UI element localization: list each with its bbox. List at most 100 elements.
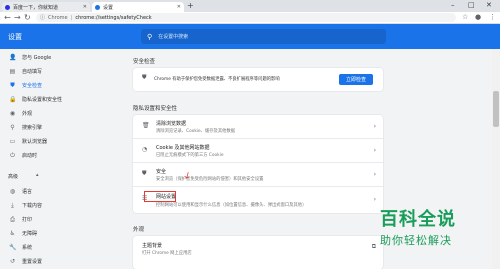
trash-icon: 🗑 [142, 122, 150, 129]
tab-title: 设置 [103, 4, 114, 11]
safety-check-heading: 安全检查 [133, 59, 156, 65]
row-title: Cookie 及其他网站数据 [156, 145, 210, 151]
row-description: 打开 Chrome 网上应用店 [142, 251, 192, 256]
search-icon: ⚲ [10, 124, 15, 131]
back-arrow-icon[interactable]: ← [4, 13, 11, 22]
settings-favicon-icon [95, 4, 100, 10]
sidebar-item-downloads[interactable]: ⤓ 下载内容 [0, 199, 95, 212]
sidebar-item-label: 系统 [22, 245, 33, 251]
profile-icon[interactable]: ● [475, 13, 481, 21]
sidebar-item-system[interactable]: 🔧 系统 [0, 241, 95, 254]
sidebar-item-label: 下载内容 [22, 203, 43, 209]
address-separator: | [70, 14, 73, 21]
star-icon[interactable]: ☆ [462, 13, 468, 21]
sidebar-item-on-startup[interactable]: ⏻ 启动时 [0, 149, 95, 162]
menu-dots-icon[interactable]: ⋮ [489, 13, 496, 21]
sidebar-item-printing[interactable]: ⎙ 打印 [0, 213, 95, 226]
row-description: 安全浏览（保护您免受危险网站的侵害）和其他安全设置 [156, 177, 264, 182]
minimize-button[interactable]: – [451, 1, 455, 9]
sidebar-item-label: 语言 [22, 189, 33, 195]
row-title: 安全 [156, 169, 167, 175]
sidebar-item-reset[interactable]: ↺ 重置设置 [0, 255, 95, 268]
sidebar-item-label: 自动填写 [22, 69, 43, 75]
search-icon: ⚲ [147, 32, 153, 41]
row-title: 主题背景 [142, 243, 163, 249]
info-icon[interactable]: ⓘ [40, 14, 45, 21]
lock-icon: 🔒 [9, 96, 17, 103]
row-description: 控制网站可以使用和显示什么信息（如位置信息、摄像头、弹出式窗口及其他） [156, 203, 307, 208]
power-icon: ⏻ [10, 151, 15, 159]
close-window-button[interactable]: ✕ [486, 1, 492, 9]
sidebar-item-safety-check[interactable]: ⛊ 安全检查 [0, 79, 95, 92]
watermark-subtitle: 助你轻松解决 [380, 234, 452, 247]
sidebar-advanced-toggle[interactable]: 高级 [8, 173, 18, 180]
shield-icon: ⛊ [142, 170, 147, 177]
tab-baidu[interactable]: 百度一下，你就知道 ✕ [2, 2, 90, 12]
row-title: 清除浏览数据 [156, 121, 187, 127]
new-tab-button[interactable]: + [187, 1, 194, 10]
wrench-icon: 🔧 [9, 244, 17, 251]
watermark-logo: 百科全说 助你轻松解决 [380, 205, 498, 248]
watermark-title: 百科全说 [380, 209, 456, 230]
sidebar-item-default-browser[interactable]: ▭ 默认浏览器 [0, 135, 95, 148]
external-link-icon: ⧉ [371, 243, 376, 250]
sidebar-item-accessibility[interactable]: ♿ 无障碍 [0, 227, 95, 240]
privacy-row-security[interactable]: ⛊ 安全 安全浏览（保护您免受危险网站的侵害）和其他安全设置 › [133, 163, 383, 187]
sidebar-item-languages[interactable]: ◍ 语言 [0, 185, 95, 198]
address-bar[interactable]: ⓘ Chrome | chrome://settings/safetyCheck [36, 13, 456, 22]
safety-check-description: Chrome 有助于保护您免受数据泄露、不良扩展程序等问题的影响 [154, 77, 280, 82]
privacy-heading: 隐私设置和安全性 [133, 106, 178, 112]
annotation-highlight-box [144, 191, 176, 202]
privacy-row-cookies[interactable]: ◔ Cookie 及其他网站数据 已阻止无痕模式下的第三方 Cookie › [133, 139, 383, 163]
globe-icon: ◍ [9, 188, 16, 195]
settings-search-input[interactable]: ⚲ 在设置中搜索 [141, 29, 386, 44]
sidebar-item-label: 隐私设置和安全性 [22, 97, 63, 103]
cookie-icon: ◔ [142, 146, 148, 153]
tab-title: 百度一下，你就知道 [13, 4, 59, 11]
close-tab-icon[interactable]: ✕ [83, 4, 87, 10]
forward-arrow-icon[interactable]: → [14, 13, 21, 22]
search-placeholder: 在设置中搜索 [158, 34, 189, 40]
settings-sidebar: 👤 您与 Google ▤ 自动填写 ⛊ 安全检查 🔒 隐私设置和安全性 ◉ 外… [0, 49, 95, 269]
sidebar-item-label: 您与 Google [22, 55, 52, 61]
sidebar-item-you-and-google[interactable]: 👤 您与 Google [0, 51, 95, 64]
tab-strip: 百度一下，你就知道 ✕ 设置 ✕ + – □ ✕ [0, 0, 500, 12]
sidebar-item-label: 重置设置 [22, 259, 43, 265]
chevron-right-icon: › [373, 123, 376, 130]
scrollbar-thumb[interactable] [493, 91, 499, 127]
check-now-button[interactable]: 立即检查 [339, 74, 373, 85]
shield-icon: ⛊ [10, 81, 15, 89]
printer-icon: ⎙ [10, 215, 15, 223]
browser-toolbar: ← → ↻ ⓘ Chrome | chrome://settings/safet… [0, 12, 500, 24]
person-icon: 👤 [9, 54, 17, 61]
sidebar-item-autofill[interactable]: ▤ 自动填写 [0, 65, 95, 78]
chevron-up-icon[interactable]: ▴ [36, 172, 39, 178]
row-description: 清除浏览记录、Cookie、缓存及其他数据 [156, 129, 236, 134]
appearance-heading: 外观 [133, 227, 145, 233]
tab-settings[interactable]: 设置 ✕ [92, 2, 184, 12]
sidebar-item-privacy[interactable]: 🔒 隐私设置和安全性 [0, 93, 95, 106]
settings-header: 设置 ⚲ 在设置中搜索 [0, 24, 500, 49]
safety-check-card: ⛊ Chrome 有助于保护您免受数据泄露、不良扩展程序等问题的影响 立即检查 [133, 68, 383, 91]
sidebar-item-label: 启动时 [22, 153, 38, 159]
browser-icon: ▭ [9, 138, 16, 145]
shield-icon: ⛊ [142, 74, 147, 81]
sidebar-item-label: 无障碍 [22, 231, 38, 237]
autofill-icon: ▤ [9, 68, 16, 75]
chevron-right-icon: › [373, 147, 376, 154]
sidebar-item-appearance[interactable]: ◉ 外观 [0, 107, 95, 120]
close-tab-icon[interactable]: ✕ [177, 4, 181, 10]
appearance-row-theme[interactable]: 主题背景 打开 Chrome 网上应用店 ⧉ [133, 236, 383, 260]
accessibility-icon: ♿ [9, 230, 16, 237]
privacy-row-clear-data[interactable]: 🗑 清除浏览数据 清除浏览记录、Cookie、缓存及其他数据 › [133, 115, 383, 139]
sidebar-item-label: 打印 [22, 217, 33, 223]
chevron-right-icon: › [373, 171, 376, 178]
maximize-button[interactable]: □ [468, 1, 475, 9]
sidebar-item-search-engine[interactable]: ⚲ 搜索引擎 [0, 121, 95, 134]
palette-icon: ◉ [9, 110, 16, 117]
appearance-card: 主题背景 打开 Chrome 网上应用店 ⧉ [133, 236, 383, 269]
row-description: 已阻止无痕模式下的第三方 Cookie [156, 153, 224, 158]
reload-icon[interactable]: ↻ [24, 13, 31, 22]
sidebar-item-label: 外观 [22, 111, 33, 117]
sidebar-item-label: 搜索引擎 [22, 125, 43, 131]
